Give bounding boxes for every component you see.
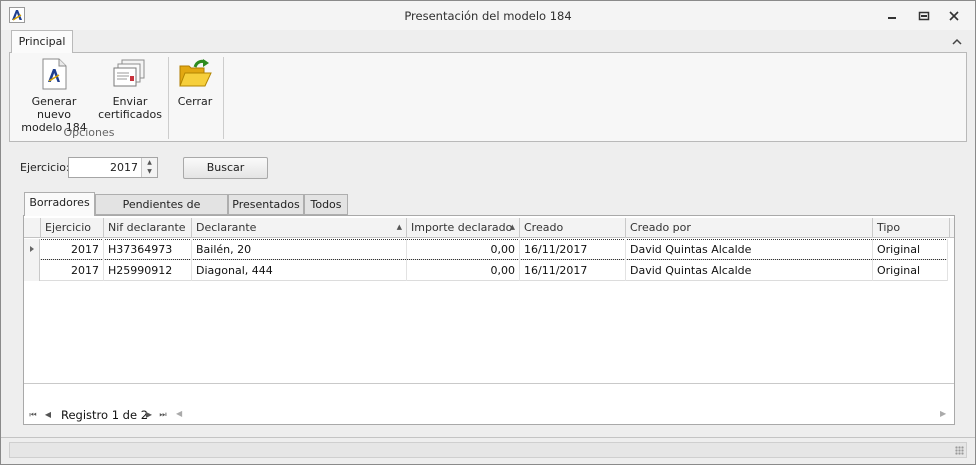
data-grid[interactable]: Ejercicio Nif declarante Declarante ▲ Imp… [23,215,955,425]
column-header-label: Importe declarado [411,221,513,234]
ejercicio-label: Ejercicio: [20,161,70,174]
main-window: Presentación del modelo 184 Principal Ge… [0,0,976,465]
column-header-label: Creado por [630,221,691,234]
ribbon-collapse-chevron-icon[interactable] [950,36,964,48]
grid-footer-divider [24,383,954,384]
table-row[interactable]: 2017 H25990912 Diagonal, 444 0,00 16/11/… [24,260,948,281]
cell-tipo[interactable]: Original [873,239,948,260]
cell-ejercicio[interactable]: 2017 [41,239,104,260]
nav-last-icon[interactable]: ⏭ [157,408,169,422]
ribbon-group-opciones: Opciones [63,126,115,139]
column-header-nif[interactable]: Nif declarante [104,218,192,238]
column-header-label: Creado [524,221,564,234]
column-header-creado[interactable]: Creado [520,218,626,238]
spin-buttons[interactable]: ▲ ▼ [141,158,157,177]
ejercicio-spin-input[interactable]: 2017 ▲ ▼ [68,157,158,178]
column-header-ejercicio[interactable]: Ejercicio [41,218,104,238]
spin-up-icon[interactable]: ▲ [142,158,157,167]
nav-prev-icon[interactable]: ◀ [42,408,54,422]
ejercicio-value[interactable]: 2017 [110,161,138,174]
generar-modelo-button[interactable]: Generar nuevo modelo 184 [16,57,92,134]
cell-tipo[interactable]: Original [873,260,948,281]
restore-button[interactable] [913,7,935,24]
ribbon-group-separator [223,57,224,139]
cell-creado[interactable]: 16/11/2017 [520,260,626,281]
sort-ascending-icon: ▲ [509,223,515,231]
cell-nif[interactable]: H25990912 [104,260,192,281]
nav-first-icon[interactable]: ⏮ [27,408,39,422]
column-header-creado-por[interactable]: Creado por [626,218,873,238]
cell-creado-por[interactable]: David Quintas Alcalde [626,239,873,260]
cell-creado-por[interactable]: David Quintas Alcalde [626,260,873,281]
cerrar-label: Cerrar [177,95,213,108]
row-indicator [24,260,40,281]
minimize-button[interactable] [881,7,903,24]
cell-ejercicio[interactable]: 2017 [41,260,104,281]
table-row[interactable]: 2017 H37364973 Bailén, 20 0,00 16/11/201… [24,239,948,260]
record-navigator: ⏮ ◀ Registro 1 de 2 ▶ ⏭ ◀ ▶ [24,406,954,424]
tab-todos[interactable]: Todos [304,194,348,215]
close-button[interactable] [943,7,965,24]
ribbon-group-separator [168,57,169,139]
cell-declarante[interactable]: Diagonal, 444 [192,260,407,281]
ribbon-panel: Generar nuevo modelo 184 Enviar certific… [9,52,967,142]
tab-pendientes[interactable]: Pendientes de presentar [95,194,228,231]
cell-importe[interactable]: 0,00 [407,239,520,260]
window-divider [1,437,975,438]
cell-creado[interactable]: 16/11/2017 [520,239,626,260]
column-header-label: Nif declarante [108,221,186,234]
status-bar [9,442,967,458]
column-header-label: Declarante [196,221,257,234]
cell-nif[interactable]: H37364973 [104,239,192,260]
column-header-label: Ejercicio [45,221,91,234]
ribbon-tab-principal[interactable]: Principal [11,30,73,53]
cell-declarante[interactable]: Bailén, 20 [192,239,407,260]
cerrar-button[interactable]: Cerrar [173,57,217,108]
tab-presentados[interactable]: Presentados [228,194,304,215]
row-indicator-header [24,218,41,238]
column-header-declarante[interactable]: Declarante ▲ [192,218,407,238]
cell-importe[interactable]: 0,00 [407,260,520,281]
enviar-certificados-button[interactable]: Enviar certificados [96,57,164,121]
record-counter: Registro 1 de 2 [61,408,149,422]
window-title: Presentación del modelo 184 [404,9,572,23]
buscar-button[interactable]: Buscar [183,157,268,179]
column-header-importe[interactable]: Importe declarado ▲ [407,218,520,238]
column-header-label: Tipo [877,221,901,234]
document-aeat-icon [37,57,71,91]
certificates-icon [113,57,147,91]
scroll-right-icon[interactable]: ▶ [940,409,946,418]
resize-grip-icon[interactable] [955,446,964,455]
title-bar: Presentación del modelo 184 [1,1,975,30]
grid-header: Ejercicio Nif declarante Declarante ▲ Imp… [24,218,954,238]
scroll-left-icon[interactable]: ◀ [176,409,182,418]
nav-next-icon[interactable]: ▶ [143,408,155,422]
enviar-certificados-label: Enviar certificados [98,95,162,121]
tab-borradores[interactable]: Borradores [24,192,95,216]
row-focus-indicator-icon [24,239,40,260]
column-header-tipo[interactable]: Tipo [873,218,950,238]
spin-down-icon[interactable]: ▼ [142,167,157,176]
open-folder-icon [178,57,212,91]
sort-ascending-icon: ▲ [396,223,402,231]
